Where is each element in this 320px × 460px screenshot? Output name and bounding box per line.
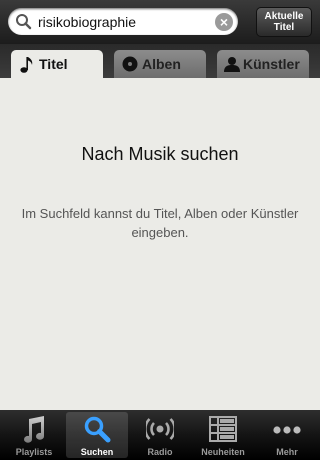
tabbar-label: Suchen xyxy=(80,447,114,457)
more-icon xyxy=(273,426,301,434)
tabbar-item-radio[interactable]: Radio xyxy=(129,412,191,458)
tabbar-item-mehr[interactable]: Mehr xyxy=(256,412,318,458)
tabbar-label: Radio xyxy=(147,447,173,457)
search-field[interactable]: × xyxy=(8,8,238,35)
page-title: Nach Musik suchen xyxy=(81,144,239,164)
tab-kuenstler[interactable]: Künstler xyxy=(217,50,309,78)
tabbar-label: Mehr xyxy=(276,447,298,457)
tab-alben[interactable]: Alben xyxy=(114,50,206,78)
scope-tabs: Titel Alben Künstler xyxy=(0,44,320,78)
bottom-tab-bar: Playlists Suchen Radio Neuheiten Mehr xyxy=(0,410,320,460)
tabbar-item-playlists[interactable]: Playlists xyxy=(3,412,65,458)
tab-titel[interactable]: Titel xyxy=(11,50,103,78)
hint-text: Im Suchfeld kannst du Titel, Alben oder … xyxy=(21,206,299,240)
tabbar-label: Playlists xyxy=(15,447,53,457)
person-icon xyxy=(224,57,240,72)
tabbar-item-neuheiten[interactable]: Neuheiten xyxy=(192,412,254,458)
search-bar: × Aktuelle Titel xyxy=(0,0,320,44)
tab-kuenstler-label: Künstler xyxy=(243,56,300,72)
search-placeholder-panel: Nach Musik suchen Im Suchfeld kannst du … xyxy=(0,78,320,410)
music-notes-icon xyxy=(24,416,45,443)
tab-titel-label: Titel xyxy=(39,56,68,72)
search-input[interactable] xyxy=(38,12,210,31)
disc-icon xyxy=(122,56,138,72)
tabbar-label: Neuheiten xyxy=(201,447,245,457)
now-playing-button[interactable]: Aktuelle Titel xyxy=(256,7,312,37)
search-icon xyxy=(84,416,111,443)
radio-icon xyxy=(146,418,174,440)
tabbar-item-suchen[interactable]: Suchen xyxy=(66,412,128,458)
clear-icon[interactable]: × xyxy=(215,13,233,31)
tab-alben-label: Alben xyxy=(142,56,181,72)
search-icon xyxy=(16,14,32,30)
list-icon xyxy=(209,416,237,442)
music-note-icon xyxy=(20,57,33,73)
